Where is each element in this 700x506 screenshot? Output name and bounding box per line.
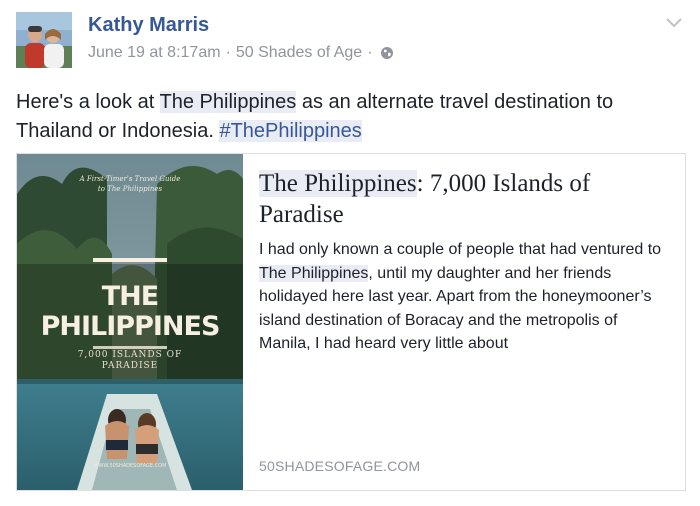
avatar[interactable] — [16, 12, 72, 68]
card-cover-image[interactable]: A First-Timer's Travel Guide to The Phil… — [17, 154, 243, 490]
post-text-link[interactable]: The Philippines — [159, 91, 297, 113]
card-title-link[interactable]: The Philippines — [259, 170, 417, 197]
hashtag-link[interactable]: #ThePhilippines — [219, 120, 362, 142]
chevron-down-icon[interactable] — [664, 16, 684, 30]
cover-website: WWW.50SHADESOFAGE.COM — [93, 463, 167, 469]
cover-subtitle-line: 7,000 ISLANDS OF — [77, 350, 183, 360]
feed-post: Kathy Marris June 19 at 8:17am · 50 Shad… — [0, 0, 700, 506]
cover-subtitle: 7,000 ISLANDS OF PARADISE — [17, 350, 243, 372]
cover-title-line: PHILIPPINES — [40, 311, 221, 342]
meta-separator: · — [367, 44, 373, 61]
cover-guide-text: A First-Timer's Travel Guide to The Phil… — [17, 174, 243, 194]
globe-icon[interactable] — [380, 46, 394, 60]
post-page-link[interactable]: 50 Shades of Age — [236, 44, 362, 62]
meta-separator: · — [225, 44, 231, 61]
cover-guide-line: to The Philippines — [97, 185, 163, 193]
card-desc-before: I had only known a couple of people that… — [259, 241, 662, 258]
card-desc-link[interactable]: The Philippines — [259, 264, 369, 282]
cover-guide-line: A First-Timer's Travel Guide — [79, 175, 181, 183]
post-author[interactable]: Kathy Marris — [88, 14, 209, 37]
post-text-before: Here's a look at — [16, 91, 160, 113]
cover-title: THE PHILIPPINES — [17, 282, 243, 342]
card-body[interactable]: The Philippines: 7,000 Islands of Paradi… — [259, 168, 673, 356]
post-message: Here's a look at The Philippines as an a… — [16, 88, 686, 146]
cover-subtitle-line: PARADISE — [101, 361, 159, 371]
post-timestamp[interactable]: June 19 at 8:17am — [88, 44, 221, 62]
post-meta: June 19 at 8:17am · 50 Shades of Age · — [88, 44, 394, 62]
card-description: I had only known a couple of people that… — [259, 238, 673, 356]
card-domain: 50SHADESOFAGE.COM — [259, 458, 421, 474]
cover-title-line: THE — [101, 281, 159, 312]
link-preview-card[interactable]: A First-Timer's Travel Guide to The Phil… — [16, 153, 686, 491]
card-title[interactable]: The Philippines: 7,000 Islands of Paradi… — [259, 168, 673, 230]
